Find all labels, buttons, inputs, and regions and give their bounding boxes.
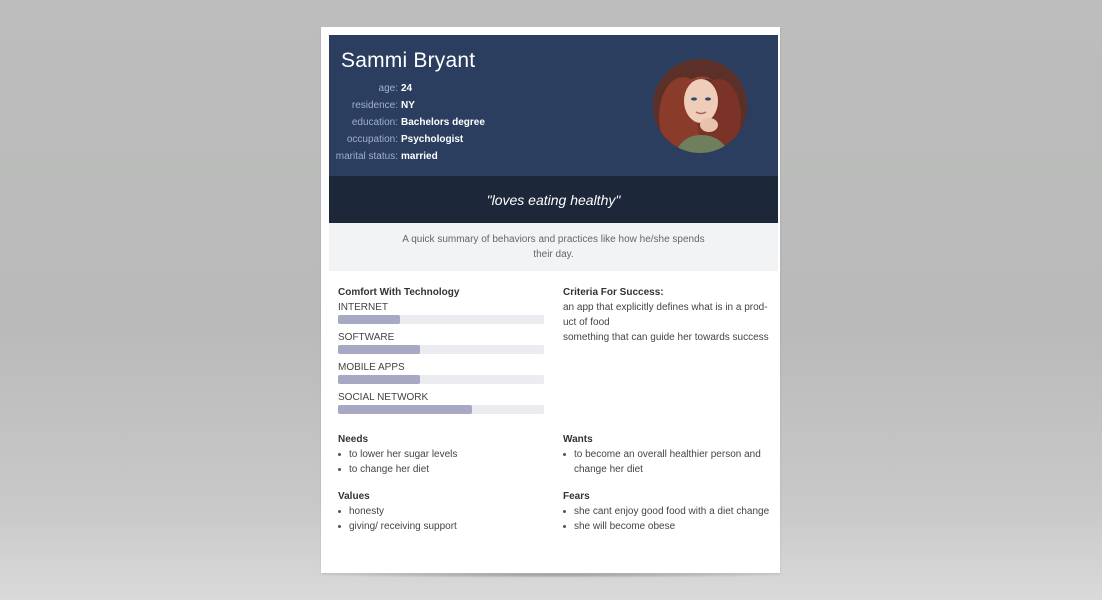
- list-item: she will become obese: [563, 519, 773, 534]
- tech-bar-fill: [338, 315, 400, 324]
- needs-section: Needs to lower her sugar levels to chang…: [338, 432, 544, 477]
- tech-item-social-network: SOCIAL NETWORK: [338, 390, 544, 414]
- criteria-column: Criteria For Success: an app that explic…: [563, 285, 769, 345]
- info-key: occupation:: [346, 134, 398, 145]
- avatar-portrait-icon: [653, 59, 747, 153]
- tech-bar-track: [338, 405, 544, 414]
- info-row-occupation: occupation: Psychologist: [329, 131, 529, 148]
- tech-label: INTERNET: [338, 302, 388, 313]
- info-value: 24: [401, 83, 413, 94]
- criteria-line: an app that explicitly defines what is i…: [563, 302, 768, 328]
- values-list: honesty giving/ receiving support: [338, 504, 544, 534]
- values-heading: Values: [338, 491, 370, 502]
- criteria-heading: Criteria For Success:: [563, 287, 664, 298]
- summary-section: A quick summary of behaviors and practic…: [329, 223, 778, 271]
- info-row-residence: residence: NY: [329, 97, 529, 114]
- fears-list: she cant enjoy good food with a diet cha…: [563, 504, 773, 534]
- fears-section: Fears she cant enjoy good food with a di…: [563, 489, 773, 534]
- persona-quote: "loves eating healthy": [486, 191, 621, 208]
- tech-item-mobile-apps: MOBILE APPS: [338, 360, 544, 384]
- info-key: age:: [378, 83, 398, 94]
- list-item: to lower her sugar levels: [338, 447, 544, 462]
- quote-bar: "loves eating healthy": [329, 176, 778, 223]
- tech-label: MOBILE APPS: [338, 362, 405, 373]
- list-item: honesty: [338, 504, 544, 519]
- wants-list: to become an overall healthier person an…: [563, 447, 763, 477]
- wants-heading: Wants: [563, 434, 593, 445]
- criteria-line: something that can guide her towards suc…: [563, 332, 769, 343]
- tech-bar-fill: [338, 375, 421, 384]
- info-row-age: age: 24: [329, 80, 529, 97]
- values-section: Values honesty giving/ receiving support: [338, 489, 544, 534]
- fears-heading: Fears: [563, 491, 590, 502]
- needs-list: to lower her sugar levels to change her …: [338, 447, 544, 477]
- tech-bar-track: [338, 345, 544, 354]
- wants-section: Wants to become an overall healthier per…: [563, 432, 763, 477]
- info-value: Bachelors degree: [401, 117, 485, 128]
- info-key: residence:: [351, 100, 398, 111]
- avatar: [653, 59, 747, 153]
- tech-label: SOFTWARE: [338, 332, 395, 343]
- persona-name: Sammi Bryant: [341, 49, 476, 72]
- info-key: marital status:: [335, 151, 398, 162]
- persona-info: age: 24 residence: NY education: Bachelo…: [329, 80, 529, 165]
- summary-text: A quick summary of behaviors and practic…: [402, 234, 705, 260]
- list-item: giving/ receiving support: [338, 519, 544, 534]
- info-value: NY: [401, 100, 415, 111]
- tech-heading: Comfort With Technology: [338, 287, 460, 298]
- info-key: education:: [351, 117, 398, 128]
- info-value: married: [401, 151, 438, 162]
- tech-label: SOCIAL NETWORK: [338, 392, 429, 403]
- technology-column: Comfort With Technology INTERNET SOFTWAR…: [338, 285, 544, 420]
- list-item: she cant enjoy good food with a diet cha…: [563, 504, 773, 519]
- info-value: Psychologist: [401, 134, 464, 145]
- tech-item-software: SOFTWARE: [338, 330, 544, 354]
- persona-header: Sammi Bryant age: 24 residence: NY educa…: [329, 35, 778, 176]
- info-row-marital-status: marital status: married: [329, 148, 529, 165]
- tech-bar-fill: [338, 345, 421, 354]
- list-item: to change her diet: [338, 462, 544, 477]
- info-row-education: education: Bachelors degree: [329, 114, 529, 131]
- tech-item-internet: INTERNET: [338, 300, 544, 324]
- list-item: to become an overall healthier person an…: [563, 447, 763, 477]
- tech-bar-track: [338, 375, 544, 384]
- tech-bar-track: [338, 315, 544, 324]
- needs-heading: Needs: [338, 434, 369, 445]
- tech-bar-fill: [338, 405, 472, 414]
- persona-card: Sammi Bryant age: 24 residence: NY educa…: [321, 27, 780, 573]
